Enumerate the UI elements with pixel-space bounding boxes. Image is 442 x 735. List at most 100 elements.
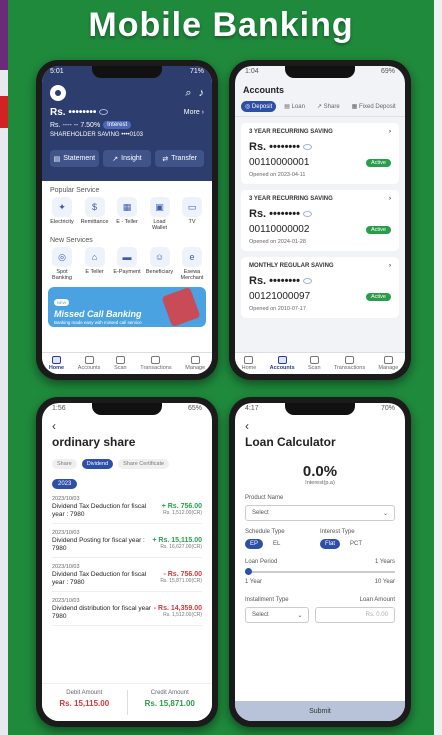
bank-icon: ⌂ [84, 247, 105, 267]
search-icon[interactable]: ⌕ [185, 87, 191, 100]
opened-date: Opened on 2010-07-17 [249, 306, 306, 312]
debit-label: Debit Amount [66, 690, 103, 696]
txn-amount: - Rs. 14,359.00 [153, 605, 202, 612]
service-eteller[interactable]: ▦ E - Teller [113, 197, 141, 231]
installment-select[interactable]: Select ⌄ [245, 607, 310, 623]
phone-home: 5:01 71% ⌕ ♪ Rs. •••••••• More › Rs. ---- … [36, 60, 218, 380]
transfer-button[interactable]: ⇄ Transfer [155, 150, 205, 167]
nav-home[interactable]: Home [49, 356, 64, 371]
txn-date: 2023/10/03 [52, 530, 80, 536]
product-select[interactable]: Select ⌄ [245, 505, 395, 521]
tab-deposit[interactable]: ◎ Deposit [241, 101, 277, 112]
eye-icon[interactable] [302, 144, 312, 151]
nav-manage[interactable]: Manage [185, 356, 205, 371]
phone-loan-calculator: 4:17 70% ‹ Loan Calculator 0.0% Interest(… [229, 397, 411, 727]
account-type: SHAREHOLDER SAVING ••••0103 [50, 132, 143, 138]
schedule-el[interactable]: EL [268, 539, 285, 549]
txn-amount: - Rs. 756.00 [163, 571, 202, 578]
tab-fixed-deposit[interactable]: ▦ Fixed Deposit [348, 101, 400, 112]
chip-dividend[interactable]: Dividend [81, 459, 114, 469]
insight-button[interactable]: ↗ Insight [102, 150, 152, 167]
service-remittance[interactable]: $ Remittance [81, 197, 109, 231]
year-filter[interactable]: 2023 [52, 479, 78, 489]
service-spot-banking[interactable]: ◎ Spot Banking [48, 247, 76, 281]
page-title: Accounts [243, 85, 285, 95]
service-tv[interactable]: ▭ TV [178, 197, 206, 231]
list-item[interactable]: 2023/10/03 Dividend Tax Deduction for fi… [52, 564, 202, 592]
list-item[interactable]: 2023/10/03 Dividend Posting for fiscal y… [52, 530, 202, 558]
service-esewa[interactable]: e Esewa Merchant [178, 247, 206, 281]
interest-flat[interactable]: Flat [320, 539, 341, 549]
interest-tag: Interest [103, 121, 132, 129]
bell-icon[interactable]: ♪ [199, 87, 205, 100]
opened-date: Opened on 2023-04-11 [249, 172, 306, 178]
service-beneficiary[interactable]: ☺ Beneficiary [146, 247, 174, 281]
missed-call-banner[interactable]: NEW Missed Call Banking Banking made eas… [48, 287, 206, 327]
page-title: ordinary share [52, 435, 136, 449]
account-card[interactable]: MONTHLY REGULAR SAVING › Rs. •••••••• 001… [241, 257, 399, 318]
txn-balance: Rs. 1,512.00(CR) [163, 612, 202, 618]
chevron-down-icon: ⌄ [297, 612, 303, 619]
submit-button[interactable]: Submit [235, 701, 405, 721]
service-load-wallet[interactable]: ▣ Load Wallet [146, 197, 174, 231]
nav-home[interactable]: Home [242, 356, 256, 371]
service-e-payment[interactable]: ▬ E-Payment [113, 247, 141, 281]
account-name: 3 YEAR RECURRING SAVING [249, 196, 333, 202]
people-icon: ☺ [149, 247, 170, 267]
chip-share-certificate[interactable]: Share Certificate [118, 459, 170, 469]
nav-transactions[interactable]: Transactions [140, 356, 172, 371]
account-card[interactable]: 3 YEAR RECURRING SAVING › Rs. •••••••• 00… [241, 123, 399, 184]
account-balance: Rs. •••••••• [249, 141, 300, 153]
loan-amount-input[interactable]: Rs. 0.00 [315, 607, 395, 623]
nav-accounts[interactable]: Accounts [270, 356, 295, 371]
service-e-teller[interactable]: ⌂ E Teller [81, 247, 109, 281]
slider-handle[interactable] [245, 568, 252, 575]
status-badge: Active [366, 225, 391, 234]
qr-icon [115, 356, 125, 364]
bottom-nav: Home Accounts Scan Transactions Manage [235, 352, 405, 374]
nav-scan[interactable]: Scan [114, 356, 127, 371]
schedule-ep[interactable]: EP [245, 539, 264, 549]
nav-accounts[interactable]: Accounts [78, 356, 100, 371]
list-item[interactable]: 2023/10/03 Dividend Tax Deduction for fi… [52, 496, 202, 524]
status-time: 5:01 [50, 68, 64, 75]
statement-button[interactable]: ▤ Statement [50, 150, 99, 167]
period-max: 10 Year [374, 579, 395, 585]
wallet-icon: ▣ [149, 197, 170, 217]
back-arrow-icon[interactable]: ‹ [42, 416, 212, 433]
credit-label: Credit Amount [150, 690, 189, 696]
bank-icon [84, 356, 94, 364]
txn-desc: Dividend Tax Deduction for fiscal year :… [52, 571, 147, 586]
page-title: Loan Calculator [245, 435, 336, 449]
new-services-title: New Services [50, 237, 93, 244]
avatar[interactable] [50, 85, 66, 101]
tab-loan[interactable]: ▤ Loan [280, 101, 309, 112]
qr-icon [309, 356, 319, 364]
more-link[interactable]: More › [184, 109, 204, 116]
nav-manage[interactable]: Manage [378, 356, 398, 371]
product-name-label: Product Name [245, 495, 284, 501]
status-badge: Active [366, 158, 391, 167]
chevron-right-icon: › [389, 196, 391, 202]
eye-icon[interactable] [302, 278, 312, 285]
list-item[interactable]: 2023/10/03 Dividend distribution for fis… [52, 598, 202, 626]
debit-amount: Rs. 15,115.00 [59, 699, 110, 708]
loan-period-slider[interactable] [245, 568, 395, 575]
service-electricity[interactable]: ✦ Electricity [48, 197, 76, 231]
tab-share[interactable]: ↗ Share [313, 101, 344, 112]
interest-rate-label: Interest(p.a) [305, 480, 335, 486]
chip-share[interactable]: Share [52, 459, 77, 469]
account-card[interactable]: 3 YEAR RECURRING SAVING › Rs. •••••••• 00… [241, 190, 399, 251]
eye-icon[interactable] [99, 109, 109, 116]
account-number: 00110000002 [249, 224, 310, 235]
status-time: 1:56 [52, 405, 66, 412]
eye-icon[interactable] [302, 211, 312, 218]
nav-transactions[interactable]: Transactions [334, 356, 365, 371]
menu-icon [190, 356, 200, 364]
nav-scan[interactable]: Scan [308, 356, 321, 371]
account-balance: Rs. •••••••• [249, 208, 300, 220]
back-arrow-icon[interactable]: ‹ [235, 416, 405, 433]
opened-date: Opened on 2024-01-28 [249, 239, 306, 245]
interest-pct[interactable]: PCT [345, 539, 367, 549]
chevron-down-icon: ⌄ [382, 510, 388, 517]
